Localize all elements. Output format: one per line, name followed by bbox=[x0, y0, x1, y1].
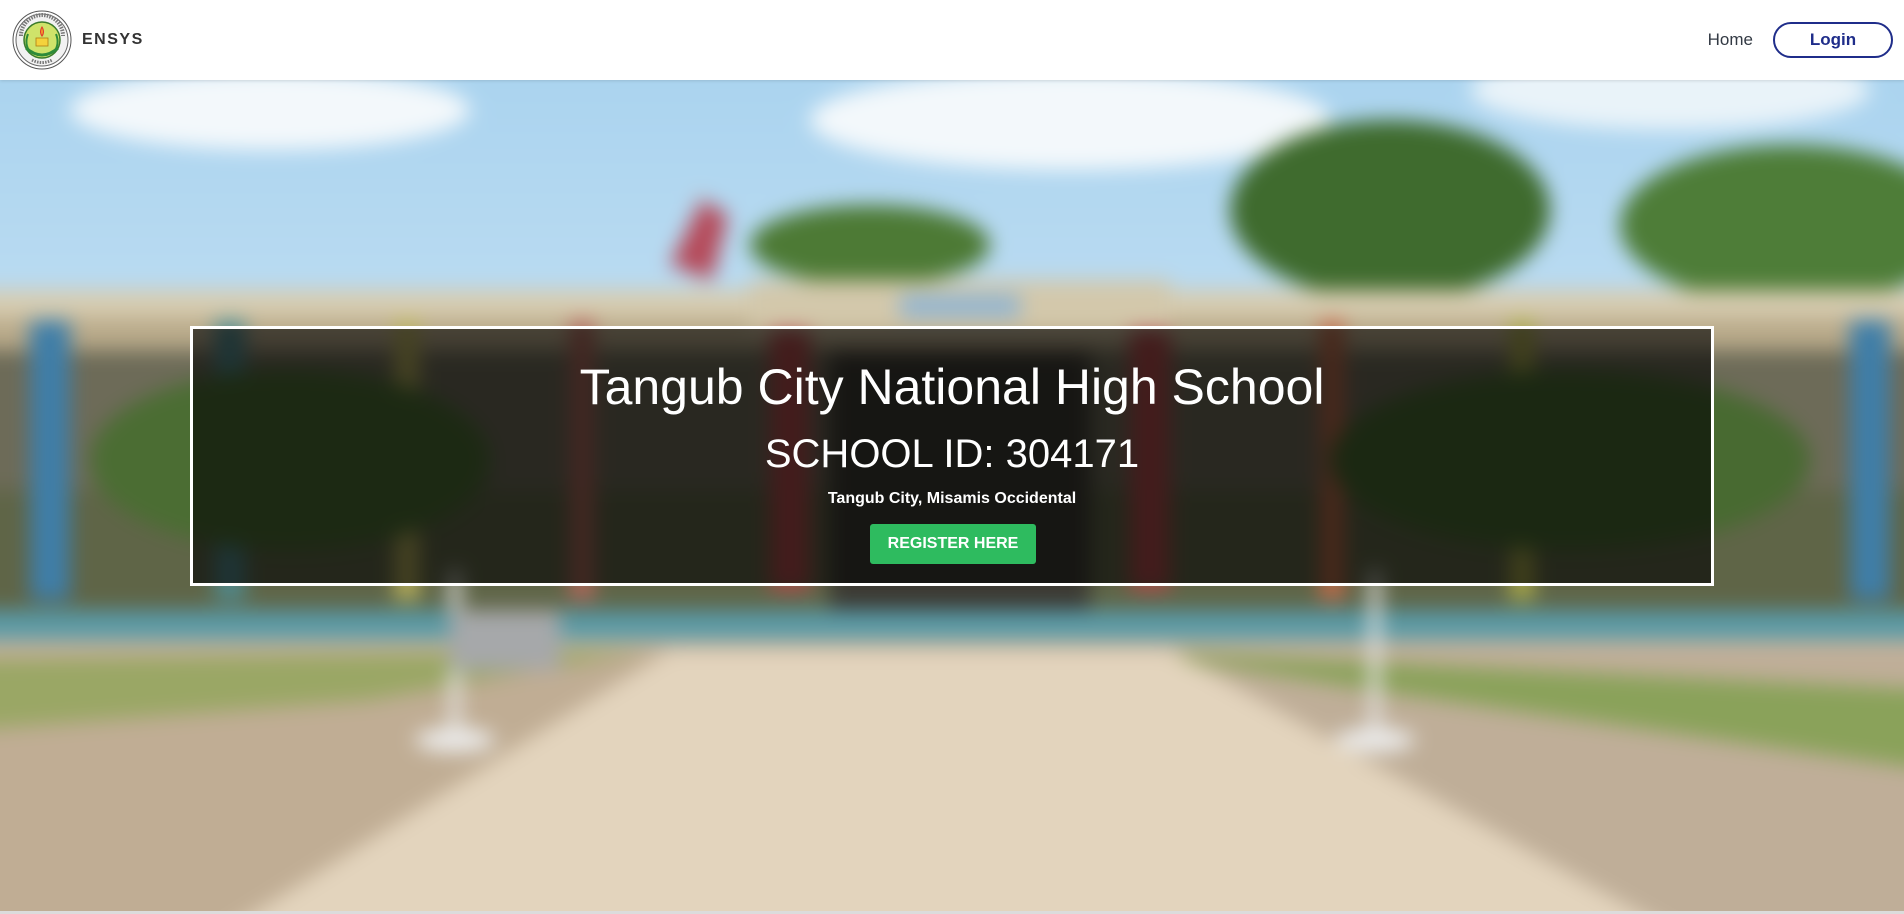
hero-section: Tangub City National High School SCHOOL … bbox=[0, 80, 1904, 911]
school-info-panel: Tangub City National High School SCHOOL … bbox=[190, 326, 1714, 586]
nav-home-link[interactable]: Home bbox=[1708, 30, 1753, 50]
school-id-text: SCHOOL ID: 304171 bbox=[764, 432, 1140, 476]
login-button[interactable]: Login bbox=[1773, 22, 1893, 58]
top-navbar: ENSYS Home Login bbox=[0, 0, 1904, 80]
brand-link[interactable]: ENSYS bbox=[12, 10, 144, 70]
school-seal-icon bbox=[12, 10, 72, 70]
brand-name: ENSYS bbox=[82, 31, 144, 48]
school-location-text: Tangub City, Misamis Occidental bbox=[827, 490, 1077, 507]
school-name-heading: Tangub City National High School bbox=[579, 359, 1325, 415]
register-button[interactable]: REGISTER HERE bbox=[870, 524, 1036, 564]
nav-links: Home Login bbox=[1708, 20, 1893, 60]
